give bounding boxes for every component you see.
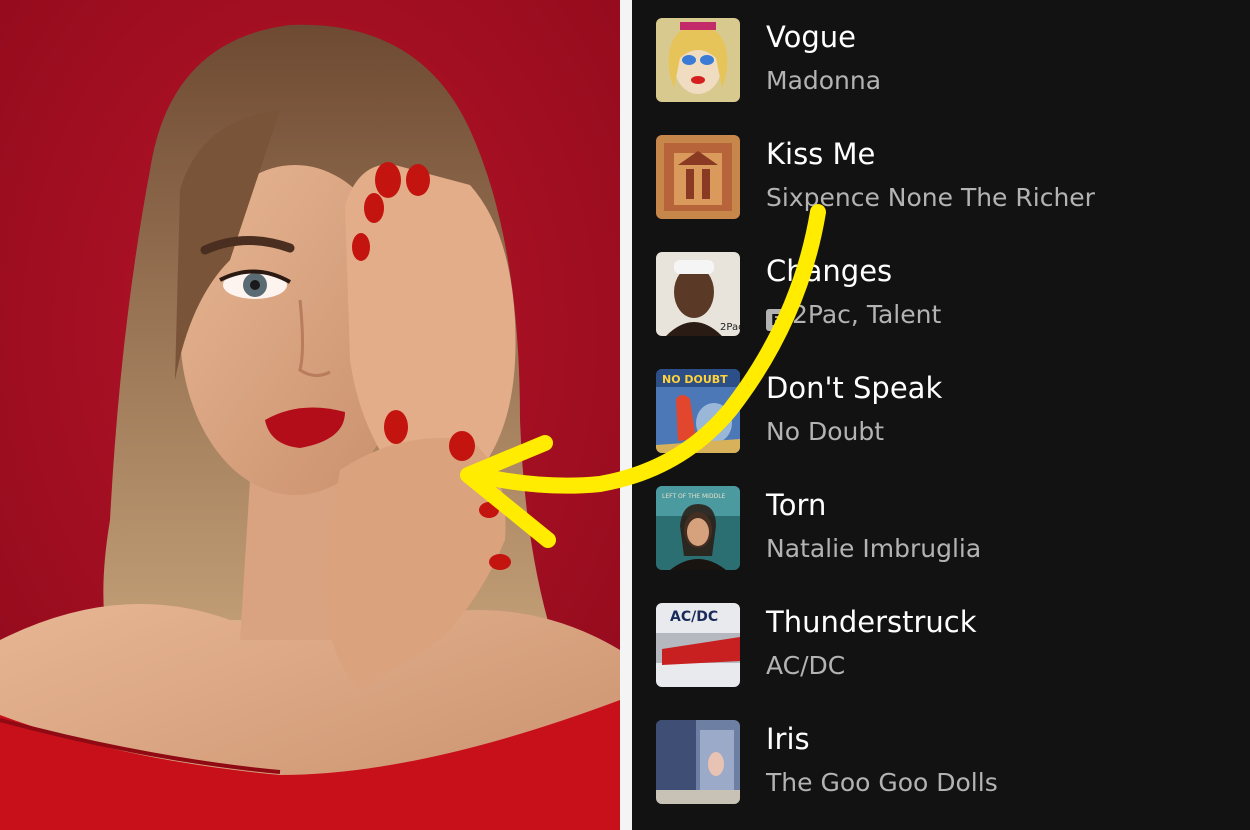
track-title: Iris — [766, 722, 810, 756]
track-row[interactable]: NO DOUBT Don't Speak No Doubt — [632, 351, 1250, 468]
track-row[interactable]: Kiss Me Sixpence None The Richer — [632, 117, 1250, 234]
track-title: Don't Speak — [766, 371, 943, 405]
album-art — [656, 18, 740, 102]
track-title: Torn — [766, 488, 827, 522]
album-art — [656, 135, 740, 219]
album-art-text: LEFT OF THE MIDDLE — [662, 493, 726, 500]
track-artist: Sixpence None The Richer — [766, 183, 1095, 212]
track-artist: Madonna — [766, 66, 882, 95]
album-art-text: NO DOUBT — [662, 373, 728, 386]
track-artist-name: 2Pac, Talent — [792, 300, 942, 329]
album-art: LEFT OF THE MIDDLE — [656, 486, 740, 570]
track-row[interactable]: AC/DC Thunderstruck AC/DC — [632, 585, 1250, 702]
track-title: Changes — [766, 254, 893, 288]
album-art-text: 2Pac — [720, 322, 740, 333]
track-row[interactable]: LEFT OF THE MIDDLE Torn Natalie Imbrugli… — [632, 468, 1250, 585]
album-art-text: AC/DC — [670, 609, 718, 625]
track-row[interactable]: Vogue Madonna — [632, 0, 1250, 117]
track-title: Thunderstruck — [766, 605, 977, 639]
panel-divider — [620, 0, 632, 830]
album-art: 2Pac — [656, 252, 740, 336]
album-art: NO DOUBT — [656, 369, 740, 453]
collage: Vogue Madonna Kiss Me Sixpence None The … — [0, 0, 1250, 830]
track-row[interactable]: Iris The Goo Goo Dolls — [632, 702, 1250, 819]
track-artist: The Goo Goo Dolls — [766, 768, 998, 797]
explicit-badge: E — [766, 309, 786, 331]
track-row[interactable]: 2Pac Changes E 2Pac, Talent — [632, 234, 1250, 351]
woman-covering-eye-photo — [0, 0, 620, 830]
album-art — [656, 720, 740, 804]
album-art: AC/DC — [656, 603, 740, 687]
track-title: Vogue — [766, 20, 856, 54]
track-artist: AC/DC — [766, 651, 846, 680]
track-title: Kiss Me — [766, 137, 876, 171]
track-artist: No Doubt — [766, 417, 885, 446]
playlist: Vogue Madonna Kiss Me Sixpence None The … — [632, 0, 1250, 830]
track-artist: Natalie Imbruglia — [766, 534, 982, 563]
track-artist: E 2Pac, Talent — [766, 300, 941, 331]
